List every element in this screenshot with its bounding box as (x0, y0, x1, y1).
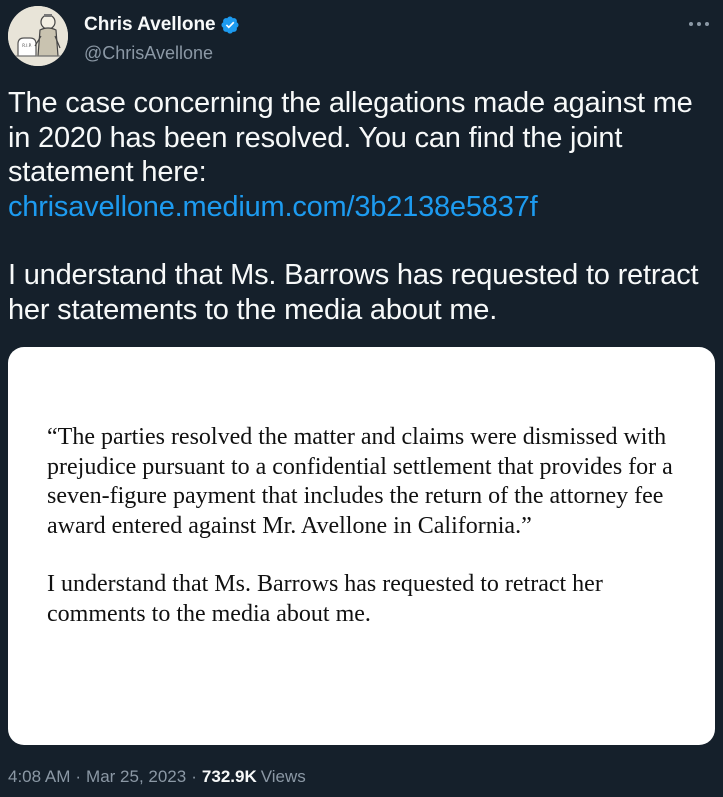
statement-image-text: “The parties resolved the matter and cla… (47, 423, 697, 629)
meta-separator: · (191, 767, 197, 786)
tweet-meta: 4:08 AM · Mar 25, 2023 · 732.9K Views (8, 767, 306, 787)
avatar[interactable]: R.I.P. (8, 6, 68, 66)
more-dots-icon (689, 22, 709, 26)
views-label: Views (260, 767, 306, 786)
avatar-illustration-icon: R.I.P. (8, 6, 68, 66)
author-handle[interactable]: @ChrisAvellone (84, 43, 213, 64)
tweet-header: R.I.P. Chris Avellone @ChrisAvellone (8, 6, 715, 66)
tweet-time[interactable]: 4:08 AM (8, 767, 70, 787)
views-count[interactable]: 732.9K (202, 767, 257, 787)
attached-image[interactable]: “The parties resolved the matter and cla… (8, 347, 715, 745)
quote-gap (47, 541, 697, 570)
quote-paragraph-1: “The parties resolved the matter and cla… (47, 424, 673, 539)
statement-link[interactable]: chrisavellone.medium.com/3b2138e5837f (8, 190, 538, 225)
author-display-name[interactable]: Chris Avellone (84, 14, 216, 36)
tweet-text: The case concerning the allegations made… (8, 86, 718, 327)
tweet-date[interactable]: Mar 25, 2023 (86, 767, 186, 787)
quote-paragraph-2: I understand that Ms. Barrows has reques… (47, 571, 603, 627)
svg-text:R.I.P.: R.I.P. (22, 43, 31, 48)
verified-badge-icon (220, 15, 240, 35)
more-options-button[interactable] (685, 14, 713, 34)
author-name-row: Chris Avellone (84, 14, 240, 36)
tweet-paragraph-2: I understand that Ms. Barrows has reques… (8, 259, 699, 326)
tweet-paragraph-1: The case concerning the allegations made… (8, 87, 693, 188)
meta-separator: · (75, 767, 82, 786)
